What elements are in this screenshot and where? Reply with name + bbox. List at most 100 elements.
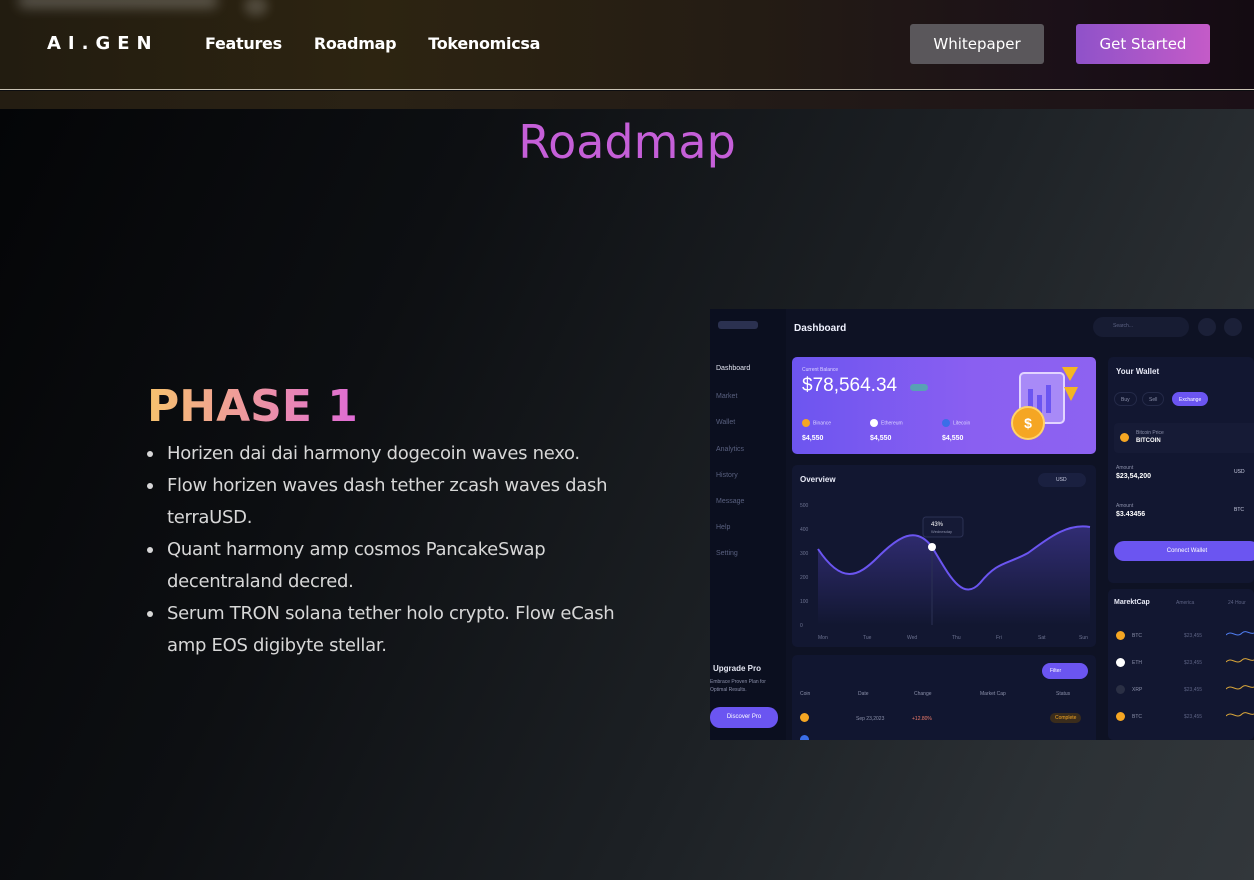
table-cell-change: +12.80% <box>912 716 932 722</box>
x-tick: Mon <box>818 635 828 641</box>
balance-change-badge <box>910 384 928 391</box>
nav-link-roadmap[interactable]: Roadmap <box>314 34 397 53</box>
preview-wallet-card: Your Wallet Buy Sell Exchange Bitcoin Pr… <box>1108 357 1254 583</box>
balance-value: $78,564.34 <box>802 375 898 396</box>
table-header: Coin <box>800 691 811 697</box>
preview-logo <box>718 321 758 329</box>
marketcap-title: MarektCap <box>1114 599 1150 606</box>
wallet-tab: Buy <box>1114 392 1137 406</box>
roadmap-section: Roadmap PHASE 1 Horizen dai dai harmony … <box>0 109 1254 880</box>
bitcoin-icon <box>1116 712 1125 721</box>
x-tick: Wed <box>907 635 917 641</box>
top-navbar: AI.GEN Features Roadmap Tokenomicsa Whit… <box>0 0 1254 90</box>
phase-bullet: Horizen dai dai harmony dogecoin waves n… <box>147 438 647 470</box>
x-tick: Sun <box>1079 635 1088 641</box>
wallet-bitcoin-box: Bitcoin Price BITCOIN <box>1114 423 1254 453</box>
preview-sidebar-item: Setting <box>716 550 738 557</box>
nav-link-features[interactable]: Features <box>205 34 282 53</box>
y-tick: 0 <box>800 623 803 629</box>
y-tick: 100 <box>800 599 809 605</box>
section-title: Roadmap <box>518 115 736 169</box>
site-logo[interactable]: AI.GEN <box>47 33 159 54</box>
wallet-amount-2: $3.43456 <box>1116 511 1146 518</box>
coin-amount: $4,550 <box>942 435 964 442</box>
phase-bullet-list: Horizen dai dai harmony dogecoin waves n… <box>147 438 647 662</box>
phase-bullet: Quant harmony amp cosmos PancakeSwap dec… <box>147 534 647 598</box>
preview-filter-button: Filter <box>1042 663 1088 679</box>
preview-marketcap-card: MarektCap America 24 Hour BTC $23,455 ET… <box>1108 589 1254 740</box>
main-nav: Features Roadmap Tokenomicsa <box>205 34 540 53</box>
coin-illustration-icon: $ <box>1011 367 1078 440</box>
coin-binance: Binance <box>802 419 831 427</box>
table-header: Change <box>914 691 932 697</box>
table-header: Market Cap <box>980 691 1006 697</box>
coin-amount: $4,550 <box>802 435 824 442</box>
wallet-amount-1: $23,54,200 <box>1116 473 1152 480</box>
preview-balance-card: Current Balance $78,564.34 Binance Ether… <box>792 357 1096 454</box>
coin-amount: $4,550 <box>870 435 892 442</box>
balance-label: Current Balance <box>802 367 839 373</box>
coin-ethereum: Ethereum <box>870 419 903 427</box>
dashboard-preview-image: Dashboard Market Wallet Analytics Histor… <box>710 309 1254 740</box>
overview-line-chart: 500 400 300 200 100 0 Mon Tue Wed Thu Fr… <box>800 503 1091 641</box>
preview-sidebar-item: History <box>716 472 738 479</box>
overview-currency-select: USD <box>1038 473 1086 487</box>
x-tick: Sat <box>1038 635 1046 641</box>
bitcoin-icon <box>1116 631 1125 640</box>
preview-dashboard-title: Dashboard <box>794 323 847 334</box>
header-background-strip <box>0 91 1254 109</box>
y-tick: 500 <box>800 503 809 509</box>
get-started-button[interactable]: Get Started <box>1076 24 1210 64</box>
y-tick: 200 <box>800 575 809 581</box>
table-cell-date: Sep 23,2023 <box>856 716 885 722</box>
preview-discover-button: Discover Pro <box>710 707 778 728</box>
phase-bullet: Flow horizen waves dash tether zcash wav… <box>147 470 647 534</box>
sparkline-icons <box>1226 631 1254 717</box>
overview-title: Overview <box>800 475 836 484</box>
litecoin-icon <box>800 735 809 740</box>
preview-upgrade-title: Upgrade Pro <box>713 664 762 673</box>
blurred-decoration <box>18 0 218 8</box>
table-header: Status <box>1056 691 1071 697</box>
preview-sidebar-item: Analytics <box>716 446 745 453</box>
chart-marker <box>928 543 936 551</box>
table-cell-status: Complete <box>1050 713 1082 723</box>
litecoin-icon <box>942 419 950 427</box>
preview-upgrade-subtitle: Embrace Proven Plan for Optimal Results. <box>710 679 766 693</box>
preview-overview-card: Overview USD 500 400 300 200 100 0 Mon T… <box>792 465 1096 647</box>
x-tick: Fri <box>996 635 1002 641</box>
nav-link-tokenomics[interactable]: Tokenomicsa <box>428 34 540 53</box>
phase-bullet: Serum TRON solana tether holo crypto. Fl… <box>147 598 647 662</box>
ethereum-icon <box>870 419 878 427</box>
binance-icon <box>802 419 810 427</box>
table-header: Date <box>858 691 869 697</box>
y-tick: 300 <box>800 551 809 557</box>
bell-icon <box>1198 318 1216 336</box>
preview-sidebar-item: Market <box>716 393 738 400</box>
blurred-decoration-dot <box>244 0 268 16</box>
preview-connect-wallet-button: Connect Wallet <box>1114 541 1254 561</box>
x-tick: Tue <box>863 635 872 641</box>
wallet-tab: Sell <box>1142 392 1165 406</box>
bitcoin-icon <box>800 713 809 722</box>
ethereum-icon <box>1116 658 1125 667</box>
svg-text:$: $ <box>1024 415 1032 431</box>
wallet-tab-active: Exchange <box>1172 392 1209 406</box>
preview-sidebar: Dashboard Market Wallet Analytics Histor… <box>710 309 786 740</box>
preview-sidebar-item: Message <box>716 498 745 505</box>
whitepaper-button[interactable]: Whitepaper <box>910 24 1044 64</box>
preview-transactions-table: Filter Coin Date Change Market Cap Statu… <box>792 655 1096 740</box>
y-tick: 400 <box>800 527 809 533</box>
wallet-title: Your Wallet <box>1116 367 1160 376</box>
chart-tooltip-value: 43% <box>931 522 944 528</box>
x-tick: Thu <box>952 635 961 641</box>
wifi-icon <box>1224 318 1242 336</box>
chart-tooltip-day: Wednesday <box>931 529 952 534</box>
preview-sidebar-item: Wallet <box>716 419 736 426</box>
xrp-icon <box>1116 685 1125 694</box>
preview-search: Search... <box>1093 317 1189 337</box>
preview-sidebar-item: Help <box>716 524 731 531</box>
bitcoin-icon <box>1120 433 1129 442</box>
coin-litecoin: Litecoin <box>942 419 970 427</box>
phase-title: PHASE 1 <box>147 381 358 432</box>
